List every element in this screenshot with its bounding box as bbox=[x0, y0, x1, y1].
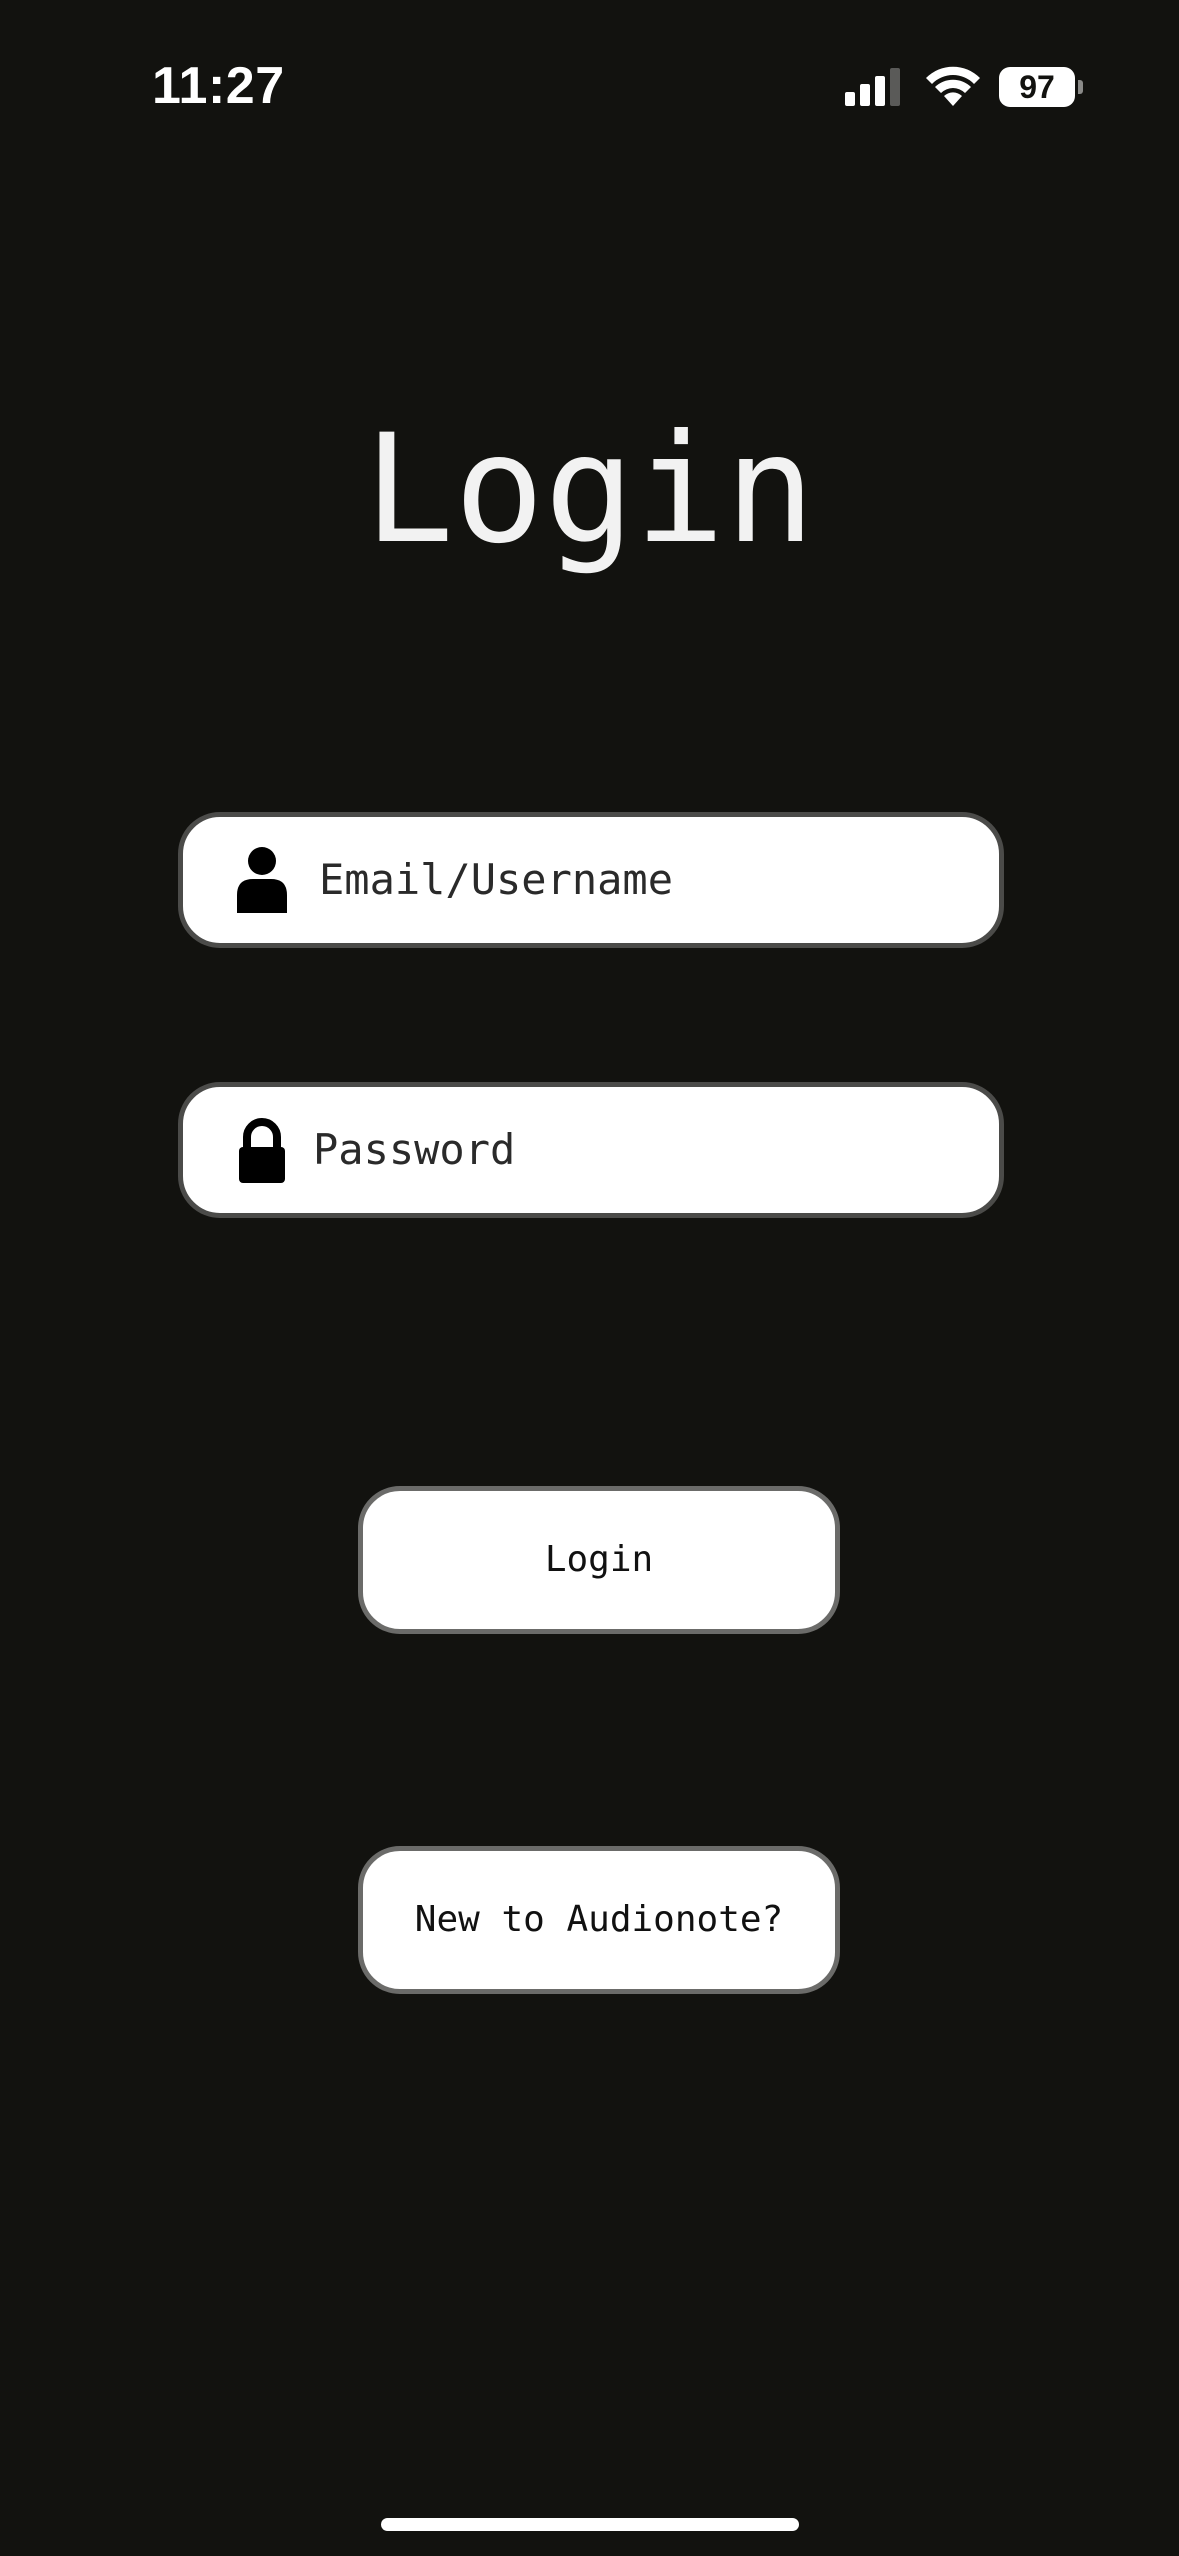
login-button[interactable]: Login bbox=[358, 1486, 840, 1634]
email-placeholder: Email/Username bbox=[319, 855, 674, 904]
wifi-icon bbox=[926, 66, 980, 106]
email-field[interactable]: Email/Username bbox=[178, 812, 1004, 948]
page-title: Login bbox=[363, 403, 816, 577]
home-indicator[interactable] bbox=[381, 2518, 799, 2531]
new-account-button[interactable]: New to Audionote? bbox=[358, 1846, 840, 1994]
status-time: 11:27 bbox=[152, 57, 285, 115]
user-icon bbox=[237, 847, 287, 913]
battery-icon: 97 bbox=[999, 67, 1075, 107]
password-placeholder: Password bbox=[313, 1125, 516, 1174]
password-field[interactable]: Password bbox=[178, 1082, 1004, 1218]
lock-icon bbox=[239, 1118, 285, 1183]
battery-cap bbox=[1078, 80, 1083, 94]
signal-icon bbox=[845, 68, 900, 106]
